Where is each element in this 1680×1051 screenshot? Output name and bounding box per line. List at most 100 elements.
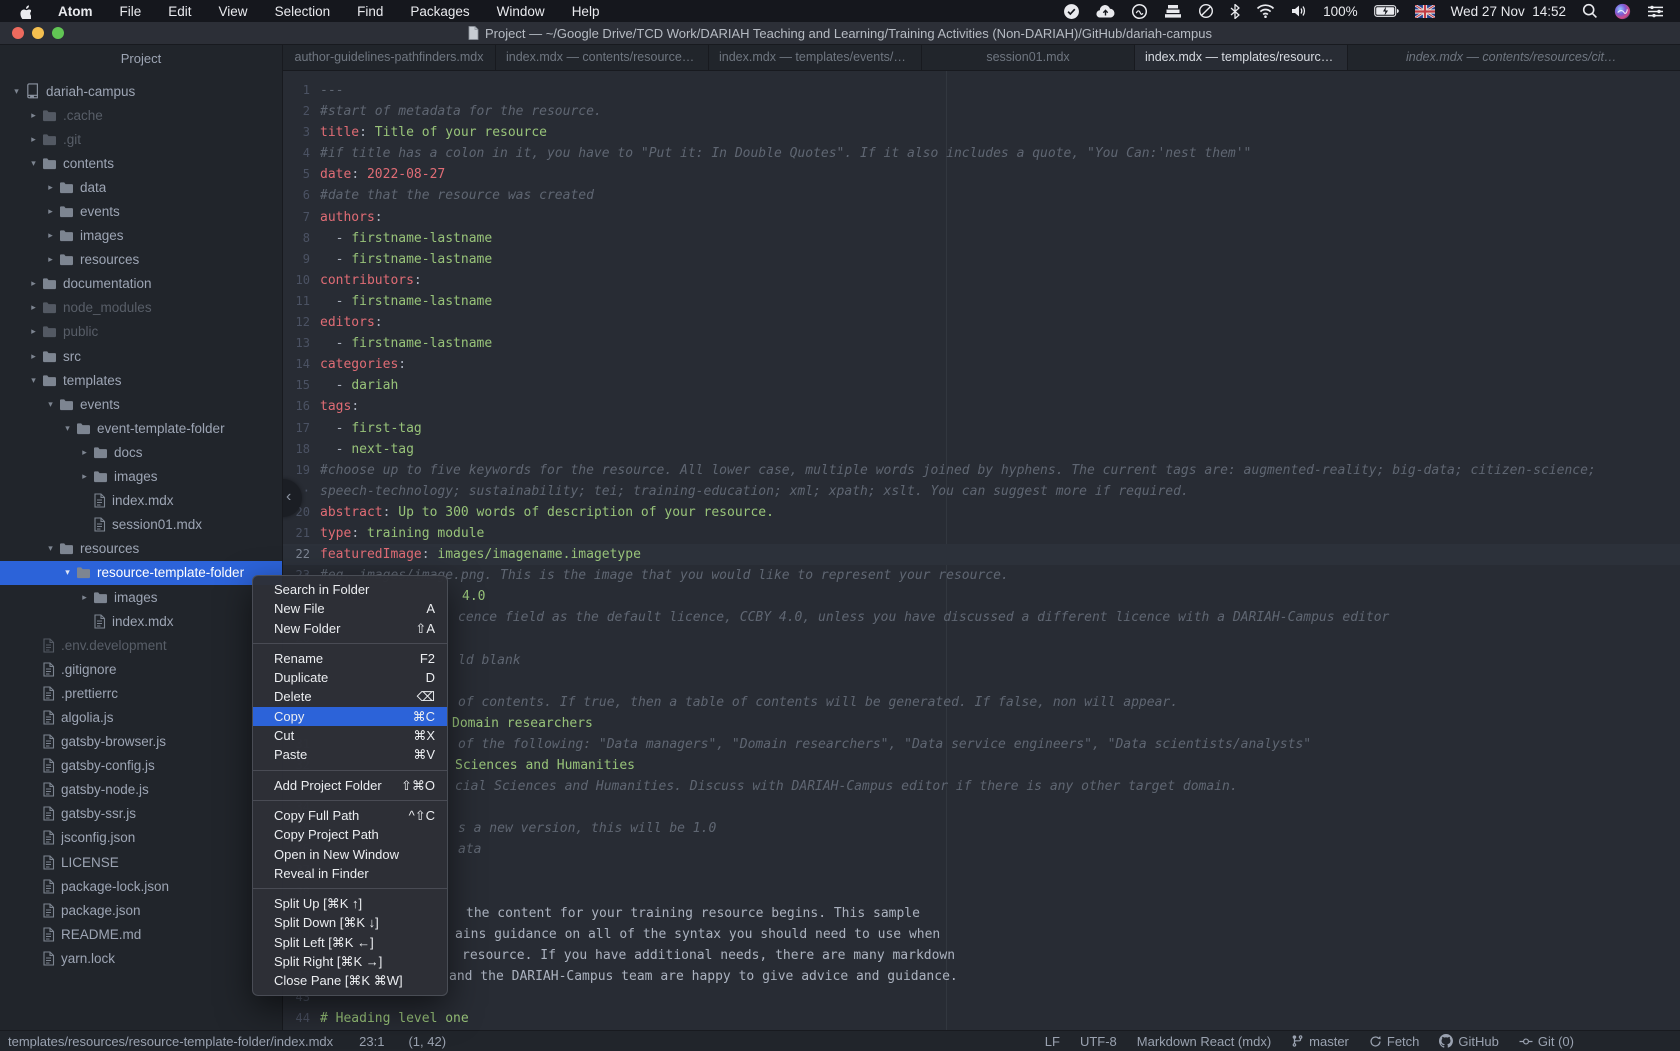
tree-item-public[interactable]: ▸public	[0, 320, 282, 344]
editor-line[interactable]: 38	[283, 882, 1680, 903]
tree-item-gatsby-config.js[interactable]: gatsby-config.js	[0, 754, 282, 778]
editor-line[interactable]: 14categories:	[283, 354, 1680, 375]
context-menu-item-cut[interactable]: Cut⌘X	[253, 726, 447, 745]
status-lf[interactable]: LF	[1045, 1034, 1060, 1049]
apple-menu-icon[interactable]	[18, 4, 31, 19]
tree-item-resource-template-folder[interactable]: ▾resource-template-folder	[0, 561, 282, 585]
chevron-right-icon[interactable]: ▸	[78, 592, 91, 603]
chevron-right-icon[interactable]: ▸	[44, 254, 57, 265]
chevron-down-icon[interactable]: ▾	[27, 158, 40, 169]
chevron-down-icon[interactable]: ▾	[27, 375, 40, 386]
editor-line[interactable]: 43	[283, 987, 1680, 1008]
tree-item-contents[interactable]: ▾contents	[0, 151, 282, 175]
tree-item-index.mdx[interactable]: index.mdx	[0, 489, 282, 513]
context-menu-item-split-up-k[interactable]: Split Up [⌘K ↑]	[253, 894, 447, 913]
tab-1[interactable]: author-guidelines-pathfinders.mdx	[283, 44, 496, 70]
context-menu-item-split-down-k[interactable]: Split Down [⌘K ↓]	[253, 913, 447, 932]
chevron-down-icon[interactable]: ▾	[44, 399, 57, 410]
tree-item-.gitignore[interactable]: .gitignore	[0, 657, 282, 681]
context-menu-item-duplicate[interactable]: DuplicateD	[253, 668, 447, 687]
tree-item-events[interactable]: ▸events	[0, 199, 282, 223]
shield-slash-icon[interactable]	[1198, 3, 1214, 19]
tree-item-yarn.lock[interactable]: yarn.lock	[0, 946, 282, 970]
editor-line[interactable]: 28	[283, 671, 1680, 692]
editor-line[interactable]: 33cial Sciences and Humanities. Discuss …	[283, 776, 1680, 797]
status-fetch[interactable]: Fetch	[1369, 1034, 1420, 1049]
editor-line[interactable]: 21type: training module	[283, 523, 1680, 544]
editor-line[interactable]: 2#start of metadata for the resource.	[283, 101, 1680, 122]
tree-item-LICENSE[interactable]: LICENSE	[0, 850, 282, 874]
chevron-down-icon[interactable]: ▾	[61, 423, 74, 434]
tree-item-dariah-campus[interactable]: ▾dariah-campus	[0, 79, 282, 103]
editor-line[interactable]: 39the content for your training resource…	[283, 903, 1680, 924]
editor-line[interactable]: 8 - firstname-lastname	[283, 228, 1680, 249]
editor-line[interactable]: 7authors:	[283, 207, 1680, 228]
chevron-right-icon[interactable]: ▸	[78, 471, 91, 482]
context-menu-item-new-folder[interactable]: New Folder⇧A	[253, 619, 447, 638]
tree-item-documentation[interactable]: ▸documentation	[0, 272, 282, 296]
tree-item-gatsby-ssr.js[interactable]: gatsby-ssr.js	[0, 802, 282, 826]
volume-icon[interactable]	[1291, 4, 1307, 18]
editor-line[interactable]: 34	[283, 797, 1680, 818]
editor-line[interactable]: 9 - firstname-lastname	[283, 249, 1680, 270]
context-menu-item-search-in-folder[interactable]: Search in Folder	[253, 580, 447, 599]
context-menu-item-paste[interactable]: Paste⌘V	[253, 745, 447, 764]
tree-item-templates[interactable]: ▾templates	[0, 368, 282, 392]
tree-item-.git[interactable]: ▸.git	[0, 127, 282, 151]
tree-item-README.md[interactable]: README.md	[0, 922, 282, 946]
editor-line[interactable]: 12editors:	[283, 312, 1680, 333]
chevron-right-icon[interactable]: ▸	[27, 134, 40, 145]
editor-line[interactable]: 31of the following: "Data managers", "Do…	[283, 734, 1680, 755]
editor-line[interactable]: 11 - firstname-lastname	[283, 291, 1680, 312]
editor-line[interactable]: 17 - first-tag	[283, 418, 1680, 439]
context-menu-item-new-file[interactable]: New FileA	[253, 599, 447, 618]
editor-line[interactable]: ·speech-technology; sustainability; tei;…	[283, 481, 1680, 502]
chevron-down-icon[interactable]: ▾	[61, 567, 74, 578]
tree-item-events[interactable]: ▾events	[0, 392, 282, 416]
context-menu-item-open-in-new-window[interactable]: Open in New Window	[253, 845, 447, 864]
menu-bar-clock[interactable]: Wed 27 Nov 14:52	[1451, 4, 1566, 19]
editor-line[interactable]: 32Sciences and Humanities	[283, 755, 1680, 776]
chevron-right-icon[interactable]: ▸	[78, 447, 91, 458]
menu-find[interactable]: Find	[357, 4, 383, 19]
tab-3[interactable]: index.mdx — templates/events/even…	[709, 44, 922, 70]
context-menu-item-copy-project-path[interactable]: Copy Project Path	[253, 825, 447, 844]
editor-line[interactable]: 19#choose up to five keywords for the re…	[283, 460, 1680, 481]
tree-item-docs[interactable]: ▸docs	[0, 440, 282, 464]
tree-item-images[interactable]: ▸images	[0, 465, 282, 489]
tree-item-package-lock.json[interactable]: package-lock.json	[0, 874, 282, 898]
chevron-right-icon[interactable]: ▸	[27, 278, 40, 289]
tree-item-images[interactable]: ▸images	[0, 585, 282, 609]
status-github[interactable]: GitHub	[1439, 1034, 1498, 1049]
tree-item-resources[interactable]: ▸resources	[0, 248, 282, 272]
context-menu-item-delete[interactable]: Delete⌫	[253, 687, 447, 706]
editor-pane[interactable]: 1---2#start of metadata for the resource…	[283, 71, 1680, 1030]
editor-line[interactable]: 40ains guidance on all of the syntax you…	[283, 924, 1680, 945]
editor-line[interactable]: 20abstract: Up to 300 words of descripti…	[283, 502, 1680, 523]
tab-4[interactable]: session01.mdx	[922, 44, 1135, 70]
editor-line[interactable]: 10contributors:	[283, 270, 1680, 291]
tab-6[interactable]: index.mdx — contents/resources/cit…	[1348, 44, 1680, 70]
chevron-right-icon[interactable]: ▸	[27, 351, 40, 362]
editor-line[interactable]: 41resource. If you have additional needs…	[283, 945, 1680, 966]
editor-line[interactable]: 4#if title has a colon in it, you have t…	[283, 143, 1680, 164]
siri-icon[interactable]	[1614, 3, 1631, 20]
editor-line[interactable]: 37	[283, 860, 1680, 881]
tree-item-node_modules[interactable]: ▸node_modules	[0, 296, 282, 320]
context-menu-item-reveal-in-finder[interactable]: Reveal in Finder	[253, 864, 447, 883]
tree-item-session01.mdx[interactable]: session01.mdx	[0, 513, 282, 537]
editor-line[interactable]: 25cence field as the default licence, CC…	[283, 607, 1680, 628]
status-master[interactable]: master	[1291, 1034, 1349, 1049]
status-cursor-position[interactable]: 23:1	[359, 1034, 384, 1049]
tree-item-algolia.js[interactable]: algolia.js	[0, 705, 282, 729]
tree-item-src[interactable]: ▸src	[0, 344, 282, 368]
editor-line[interactable]: 23#eg. images/image.png. This is the ima…	[283, 565, 1680, 586]
editor-line[interactable]: 1---	[283, 80, 1680, 101]
menu-file[interactable]: File	[120, 4, 142, 19]
editor-line[interactable]: 6#date that the resource was created	[283, 185, 1680, 206]
tree-item-package.json[interactable]: package.json	[0, 898, 282, 922]
cloud-upload-icon[interactable]	[1096, 4, 1115, 19]
editor-line[interactable]: 18 - next-tag	[283, 439, 1680, 460]
context-menu-item-split-right-k[interactable]: Split Right [⌘K →]	[253, 952, 447, 971]
chevron-right-icon[interactable]: ▸	[44, 182, 57, 193]
